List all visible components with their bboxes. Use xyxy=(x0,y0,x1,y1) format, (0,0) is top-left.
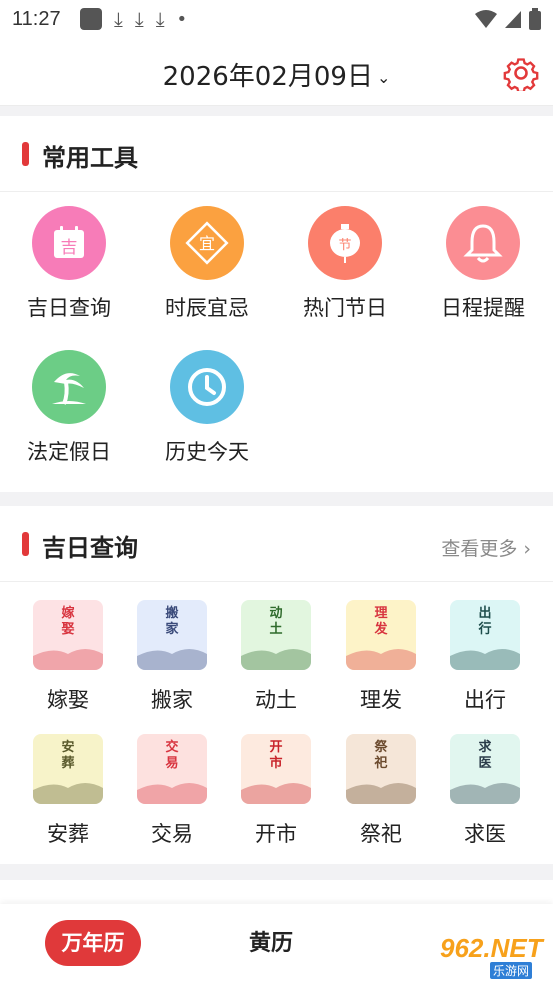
tool-label: 日程提醒 xyxy=(441,296,525,320)
download-icon: ⤓ xyxy=(134,7,144,31)
top-bar: 2026年02月09日 ⌄ xyxy=(0,40,553,106)
tool-label: 法定假日 xyxy=(27,440,111,464)
jiri-item[interactable]: 安 葬安葬 xyxy=(16,734,120,848)
jiri-item[interactable]: 祭 祀祭祀 xyxy=(329,734,433,848)
jiri-thumbnail: 理 发 xyxy=(346,600,416,670)
jiri-thumbnail: 交 易 xyxy=(137,734,207,804)
section-accent-bar xyxy=(22,142,29,166)
tool-label: 热门节日 xyxy=(303,296,387,320)
more-notifications-icon: • xyxy=(176,8,188,30)
jiri-item[interactable]: 开 市开市 xyxy=(224,734,328,848)
download-icon: ⤓ xyxy=(155,7,165,31)
calendar-icon: 吉 xyxy=(32,206,106,280)
jiri-item[interactable]: 交 易交易 xyxy=(120,734,224,848)
lantern-icon: 节 xyxy=(308,206,382,280)
watermark-sub: 乐游网 xyxy=(490,962,533,979)
jiri-thumbnail: 嫁 娶 xyxy=(33,600,103,670)
tool-festival[interactable]: 节 热门节日 xyxy=(276,206,414,322)
tool-shichen[interactable]: 宜 时辰宜忌 xyxy=(138,206,276,322)
jiri-label: 理发 xyxy=(360,688,402,712)
jiri-item[interactable]: 搬 家搬家 xyxy=(120,600,224,714)
jiri-illustration xyxy=(33,649,103,670)
jiri-header: 吉日查询 查看更多 › xyxy=(0,506,553,582)
jiri-thumbnail: 搬 家 xyxy=(137,600,207,670)
jiri-label: 动土 xyxy=(255,688,297,712)
jiri-label: 安葬 xyxy=(47,822,89,846)
section-title: 常用工具 xyxy=(42,144,138,172)
signal-icon xyxy=(505,11,521,28)
jiri-thumbnail: 开 市 xyxy=(241,734,311,804)
jiri-illustration xyxy=(137,649,207,670)
notification-icons: ⤓ ⤓ ⤓ • xyxy=(80,8,187,30)
tool-label: 吉日查询 xyxy=(27,296,111,320)
tab-wannianli[interactable]: 万年历 xyxy=(45,920,141,966)
clock-icon xyxy=(170,350,244,424)
jiri-label: 交易 xyxy=(151,822,193,846)
jiri-illustration xyxy=(450,783,520,804)
status-time: 11:27 xyxy=(12,8,61,30)
jiri-illustration xyxy=(33,783,103,804)
current-date: 2026年02月09日 xyxy=(162,62,373,92)
tool-reminder[interactable]: 日程提醒 xyxy=(414,206,552,322)
section-accent-bar xyxy=(22,532,29,556)
jiri-illustration xyxy=(137,783,207,804)
palm-tree-icon xyxy=(32,350,106,424)
tool-holiday[interactable]: 法定假日 xyxy=(0,350,138,466)
wifi-icon xyxy=(475,10,497,28)
download-icon: ⤓ xyxy=(114,7,123,31)
diamond-icon: 宜 xyxy=(170,206,244,280)
tab-huangli[interactable]: 黄历 xyxy=(249,920,293,966)
tools-card: 常用工具 吉 吉日查询 宜 时辰宜忌 节 热门节日 日程提醒 法定假日 历史今天 xyxy=(0,116,553,492)
jiri-label: 祭祀 xyxy=(360,822,402,846)
tool-label: 时辰宜忌 xyxy=(165,296,249,320)
jiri-item[interactable]: 动 土动土 xyxy=(224,600,328,714)
tools-header: 常用工具 xyxy=(0,116,553,192)
jiri-label: 嫁娶 xyxy=(47,688,89,712)
gear-icon[interactable] xyxy=(503,55,539,91)
svg-text:节: 节 xyxy=(338,238,351,253)
jiri-item[interactable]: 理 发理发 xyxy=(329,600,433,714)
jiri-illustration xyxy=(346,783,416,804)
tool-label: 历史今天 xyxy=(165,440,249,464)
jiri-thumbnail: 求 医 xyxy=(450,734,520,804)
jiri-item[interactable]: 嫁 娶嫁娶 xyxy=(16,600,120,714)
svg-text:吉: 吉 xyxy=(61,238,78,258)
jiri-thumbnail: 动 土 xyxy=(241,600,311,670)
jiri-illustration xyxy=(450,649,520,670)
chevron-right-icon: › xyxy=(523,538,531,560)
jiri-label: 搬家 xyxy=(151,688,193,712)
jiri-thumbnail: 出 行 xyxy=(450,600,520,670)
jiri-thumbnail: 祭 祀 xyxy=(346,734,416,804)
jiri-thumbnail: 安 葬 xyxy=(33,734,103,804)
view-more-label: 查看更多 xyxy=(441,538,518,560)
date-picker[interactable]: 2026年02月09日 ⌄ xyxy=(0,56,553,93)
bell-icon xyxy=(446,206,520,280)
tool-history-today[interactable]: 历史今天 xyxy=(138,350,276,466)
watermark-text: 962.NET xyxy=(440,933,543,963)
jiri-item[interactable]: 求 医求医 xyxy=(433,734,537,848)
jiri-illustration xyxy=(241,649,311,670)
jiri-illustration xyxy=(241,783,311,804)
jiri-label: 出行 xyxy=(464,688,506,712)
section-title: 吉日查询 xyxy=(42,534,138,562)
tool-jiri-query[interactable]: 吉 吉日查询 xyxy=(0,206,138,322)
battery-icon xyxy=(529,8,541,30)
jiri-label: 求医 xyxy=(464,822,506,846)
app-notification-icon xyxy=(80,8,102,30)
status-bar: 11:27 ⤓ ⤓ ⤓ • xyxy=(0,0,553,40)
view-more-link[interactable]: 查看更多 › xyxy=(441,534,531,561)
jiri-label: 开市 xyxy=(255,822,297,846)
svg-text:宜: 宜 xyxy=(199,234,215,253)
jiri-illustration xyxy=(346,649,416,670)
chevron-down-icon: ⌄ xyxy=(376,68,391,87)
system-icons xyxy=(475,8,541,30)
jiri-item[interactable]: 出 行出行 xyxy=(433,600,537,714)
